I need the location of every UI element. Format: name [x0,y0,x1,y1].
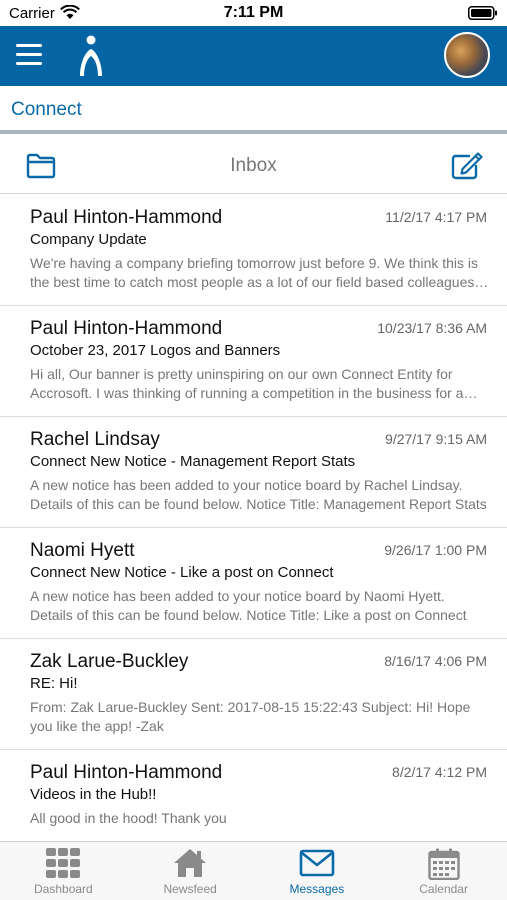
message-subject: October 23, 2017 Logos and Banners [30,342,281,359]
message-subject: Connect New Notice - Like a post on Conn… [30,564,334,581]
message-preview: A new notice has been added to your noti… [30,588,467,623]
envelope-icon [299,849,335,877]
message-preview: Hi all, Our banner is pretty uninspiring… [30,366,464,401]
tab-bar: Dashboard Newsfeed Messages Calendar [0,841,507,900]
message-sender: Zak Larue-Buckley [30,651,189,672]
tab-label: Messages [289,882,345,896]
message-date: 9/27/17 9:15 AM [385,431,487,447]
hamburger-icon[interactable] [16,44,42,66]
compose-icon[interactable] [451,152,483,180]
user-avatar[interactable] [444,32,490,78]
message-item[interactable]: Rachel Lindsay 9/27/17 9:15 AM Connect N… [0,417,507,528]
battery-icon [468,6,497,20]
status-bar: Carrier 7:11 PM [0,0,507,26]
message-sender: Paul Hinton-Hammond [30,207,223,228]
message-sender: Naomi Hyett [30,540,135,561]
message-subject: Company Update [30,231,147,248]
message-item[interactable]: Paul Hinton-Hammond 10/23/17 8:36 AM Oct… [0,306,507,417]
message-preview: All good in the hood! Thank you [30,810,227,826]
calendar-icon [427,848,460,880]
grid-icon [46,848,81,878]
message-preview: A new notice has been added to your noti… [30,477,487,512]
message-sender: Rachel Lindsay [30,429,160,450]
message-date: 8/2/17 4:12 PM [392,764,487,780]
message-date: 9/26/17 1:00 PM [384,542,487,558]
message-subject: Connect New Notice - Management Report S… [30,453,356,470]
home-icon [174,849,207,877]
tab-calendar[interactable]: Calendar [380,842,507,900]
tab-newsfeed[interactable]: Newsfeed [127,842,254,900]
tab-dashboard[interactable]: Dashboard [0,842,127,900]
message-date: 10/23/17 8:36 AM [377,320,487,336]
message-subject: Videos in the Hub!! [30,786,157,803]
tab-label: Newsfeed [163,882,217,896]
person-logo-icon [80,35,102,76]
status-time: 7:11 PM [223,4,284,21]
message-preview: From: Zak Larue-Buckley Sent: 2017-08-15… [30,699,471,734]
tab-label: Dashboard [34,882,93,896]
connect-bar: Connect [0,86,507,134]
message-date: 8/16/17 4:06 PM [384,653,487,669]
message-item[interactable]: Naomi Hyett 9/26/17 1:00 PM Connect New … [0,528,507,639]
message-date: 11/2/17 4:17 PM [385,209,487,225]
message-item[interactable]: Paul Hinton-Hammond 11/2/17 4:17 PM Comp… [0,195,507,306]
page-title: Connect [11,99,82,120]
message-item[interactable]: Zak Larue-Buckley 8/16/17 4:06 PM RE: Hi… [0,639,507,750]
message-item[interactable]: Paul Hinton-Hammond 8/2/17 4:12 PM Video… [0,750,507,841]
tab-label: Calendar [419,882,468,896]
message-sender: Paul Hinton-Hammond [30,318,223,339]
message-list: Paul Hinton-Hammond 11/2/17 4:17 PM Comp… [0,195,507,841]
inbox-toolbar: Inbox [0,138,507,194]
inbox-title: Inbox [230,155,277,176]
message-preview: We're having a company briefing tomorrow… [30,255,479,290]
tab-messages[interactable]: Messages [254,842,381,900]
app-header [0,26,507,86]
message-sender: Paul Hinton-Hammond [30,762,223,783]
message-subject: RE: Hi! [30,675,78,692]
